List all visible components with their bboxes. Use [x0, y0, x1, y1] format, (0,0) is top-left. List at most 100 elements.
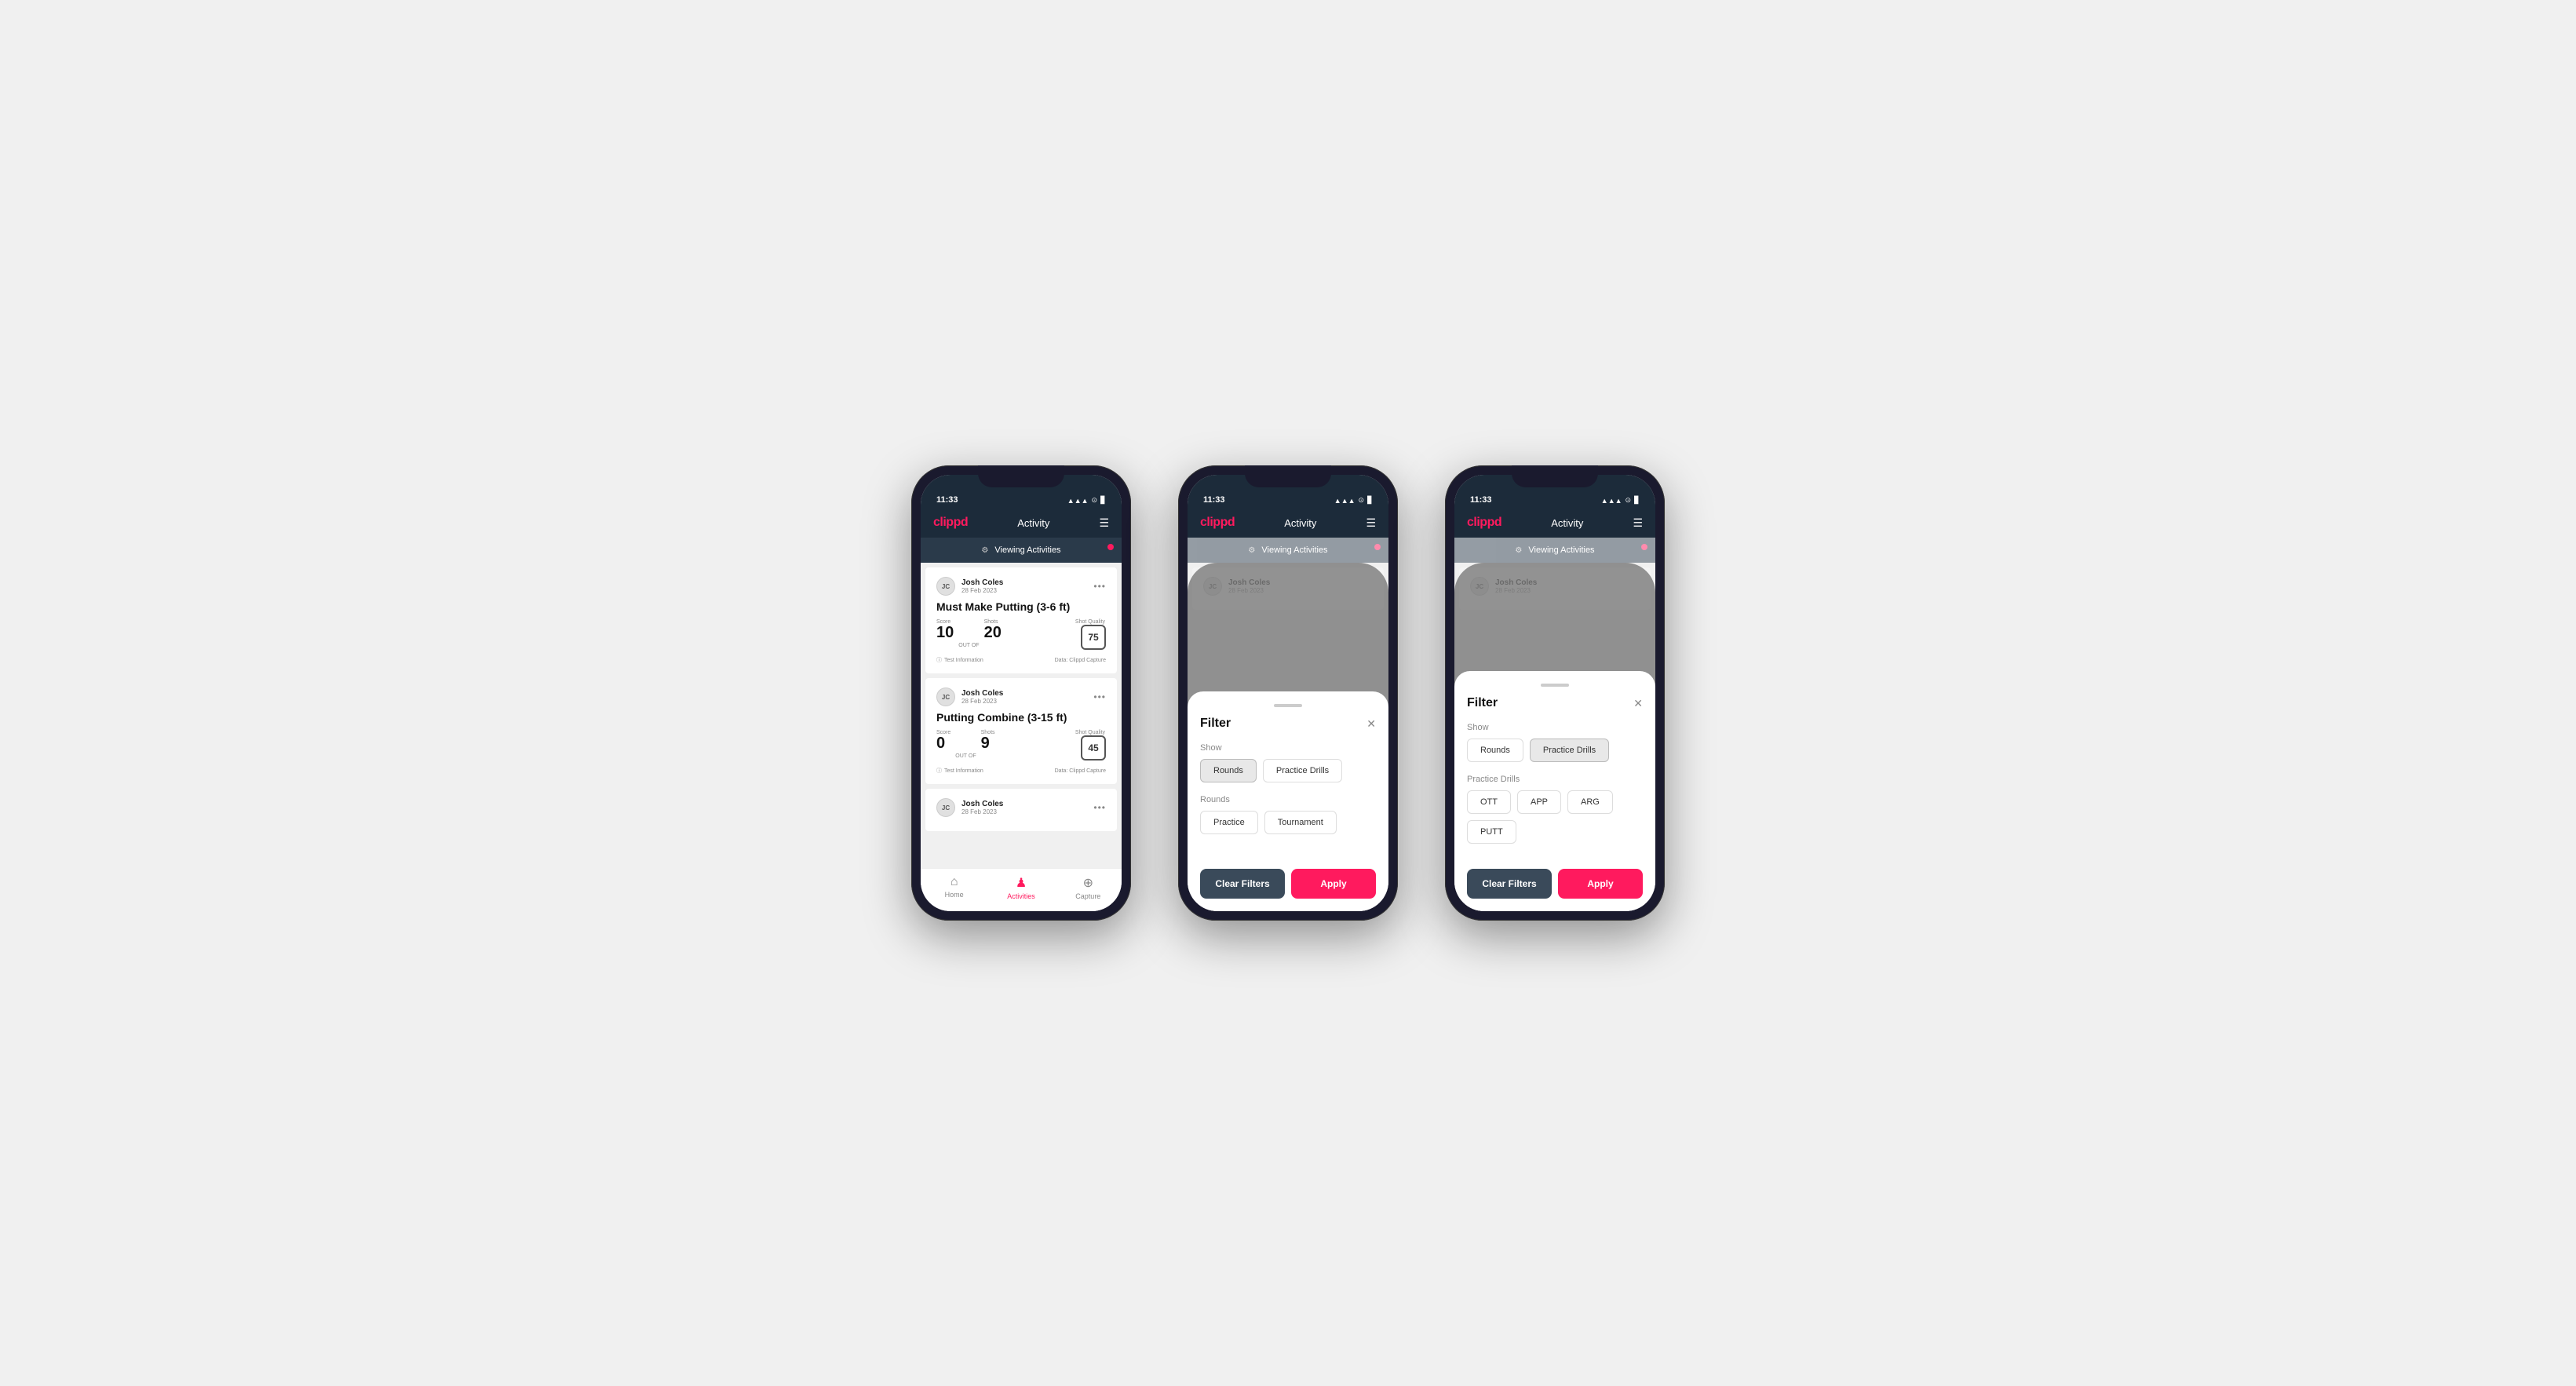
shot-quality-badge: 75 [1081, 625, 1106, 650]
activity-user-3: JC Josh Coles 28 Feb 2023 [936, 798, 1003, 817]
modal-handle-2 [1274, 704, 1302, 707]
rounds-tab-btn-2[interactable]: Rounds [1200, 759, 1257, 782]
battery-icon-2: ▊ [1367, 496, 1373, 505]
phone-2: 11:33 ▲▲▲ ⊙ ▊ clippd Activity ☰ ⚙ View [1178, 465, 1398, 921]
more-options-2[interactable]: ••• [1093, 691, 1106, 702]
notch-2 [1245, 465, 1331, 487]
user-name-1: Josh Coles [961, 578, 1003, 587]
nav-home[interactable]: ⌂ Home [921, 875, 987, 900]
user-date-2: 28 Feb 2023 [961, 698, 1003, 705]
activity-footer-1: ⓘ Test Information Data: Clippd Capture [936, 656, 1106, 664]
bottom-nav: ⌂ Home ♟ Activities ⊕ Capture [921, 868, 1122, 911]
practice-drills-filter-buttons-3: OTT APP ARG PUTT [1467, 790, 1643, 844]
practice-drills-tab-btn-3[interactable]: Practice Drills [1530, 739, 1609, 762]
nav-title-3: Activity [1551, 517, 1583, 529]
info-text-1: Test Information [944, 658, 983, 663]
wifi-icon-3: ⊙ [1626, 496, 1632, 505]
apply-btn-3[interactable]: Apply [1558, 869, 1643, 899]
home-icon: ⌂ [950, 875, 958, 889]
nav-capture[interactable]: ⊕ Capture [1055, 875, 1122, 900]
app-logo-2: clippd [1200, 516, 1235, 530]
shot-quality-value-2: 45 [1088, 742, 1098, 753]
menu-icon[interactable]: ☰ [1099, 516, 1109, 530]
viewing-activities-banner[interactable]: ⚙ Viewing Activities [921, 538, 1122, 563]
app-logo: clippd [933, 516, 968, 530]
apply-btn-2[interactable]: Apply [1291, 869, 1376, 899]
more-options-3[interactable]: ••• [1093, 802, 1106, 813]
activity-title-1: Must Make Putting (3-6 ft) [936, 600, 1106, 613]
menu-icon-2[interactable]: ☰ [1366, 516, 1376, 530]
capture-icon: ⊕ [1083, 875, 1093, 891]
show-label-2: Show [1200, 743, 1376, 753]
avatar-initials-3: JC [942, 804, 950, 812]
wifi-icon-2: ⊙ [1359, 496, 1365, 505]
user-info-2: Josh Coles 28 Feb 2023 [961, 689, 1003, 705]
filter-header-2: Filter ✕ [1200, 717, 1376, 731]
filter-close-3[interactable]: ✕ [1633, 697, 1643, 710]
nav-bar-3: clippd Activity ☰ [1454, 509, 1655, 538]
data-source-2: Data: Clippd Capture [1055, 768, 1106, 774]
ott-btn-3[interactable]: OTT [1467, 790, 1511, 814]
nav-title: Activity [1017, 517, 1049, 529]
score-stat: Score 10 [936, 619, 954, 641]
avatar-initials-2: JC [942, 694, 950, 701]
nav-activities[interactable]: ♟ Activities [987, 875, 1054, 900]
filter-close-2[interactable]: ✕ [1366, 717, 1376, 731]
signal-icon: ▲▲▲ [1067, 497, 1089, 505]
notification-dot-2 [1374, 544, 1381, 550]
activity-item-3: JC Josh Coles 28 Feb 2023 ••• [925, 789, 1117, 831]
data-source-1: Data: Clippd Capture [1055, 658, 1106, 663]
avatar-2: JC [936, 688, 955, 706]
arg-btn-3[interactable]: ARG [1567, 790, 1613, 814]
score-value: 10 [936, 624, 954, 641]
status-time-2: 11:33 [1203, 495, 1225, 505]
clear-filters-btn-3[interactable]: Clear Filters [1467, 869, 1552, 899]
menu-icon-3[interactable]: ☰ [1633, 516, 1643, 530]
activity-stats-1: Score 10 OUT OF Shots 20 Shot Quality [936, 619, 1106, 650]
test-info-2: ⓘ Test Information [936, 767, 983, 775]
filter-footer-2: Clear Filters Apply [1200, 856, 1376, 899]
practice-drills-tab-btn-2[interactable]: Practice Drills [1263, 759, 1342, 782]
clear-filters-btn-2[interactable]: Clear Filters [1200, 869, 1285, 899]
test-info-1: ⓘ Test Information [936, 656, 983, 664]
nav-bar-2: clippd Activity ☰ [1188, 509, 1388, 538]
shots-stat-2: Shots 9 [981, 730, 995, 752]
phone-3: 11:33 ▲▲▲ ⊙ ▊ clippd Activity ☰ ⚙ View [1445, 465, 1665, 921]
modal-handle-3 [1541, 684, 1569, 687]
app-logo-3: clippd [1467, 516, 1501, 530]
status-time: 11:33 [936, 495, 958, 505]
app-btn-3[interactable]: APP [1517, 790, 1561, 814]
filter-modal-3: Filter ✕ Show Rounds Practice Drills Pra… [1454, 671, 1655, 911]
shots-value-2: 9 [981, 735, 990, 752]
home-label: Home [945, 891, 964, 899]
activity-footer-2: ⓘ Test Information Data: Clippd Capture [936, 767, 1106, 775]
filter-title-2: Filter [1200, 717, 1231, 731]
battery-icon: ▊ [1100, 496, 1106, 505]
practice-drills-section-label-3: Practice Drills [1467, 775, 1643, 784]
practice-btn-2[interactable]: Practice [1200, 811, 1258, 834]
putt-btn-3[interactable]: PUTT [1467, 820, 1516, 844]
show-filter-buttons-2: Rounds Practice Drills [1200, 759, 1376, 782]
show-label-3: Show [1467, 723, 1643, 732]
filter-header-3: Filter ✕ [1467, 696, 1643, 710]
shot-quality-label: Shot Quality [1075, 619, 1105, 625]
phone-2-screen: 11:33 ▲▲▲ ⊙ ▊ clippd Activity ☰ ⚙ View [1188, 475, 1388, 911]
notch [978, 465, 1064, 487]
info-icon: ⓘ [936, 656, 942, 664]
user-name-3: Josh Coles [961, 800, 1003, 808]
activity-user-1: JC Josh Coles 28 Feb 2023 [936, 577, 1003, 596]
out-of-label-2: OUT OF [955, 753, 976, 760]
activity-item-1: JC Josh Coles 28 Feb 2023 ••• Must Make … [925, 567, 1117, 673]
activity-header-3: JC Josh Coles 28 Feb 2023 ••• [936, 798, 1106, 817]
more-options-1[interactable]: ••• [1093, 581, 1106, 592]
status-icons: ▲▲▲ ⊙ ▊ [1067, 496, 1106, 505]
rounds-tab-btn-3[interactable]: Rounds [1467, 739, 1523, 762]
info-icon-2: ⓘ [936, 767, 942, 775]
avatar-3: JC [936, 798, 955, 817]
signal-icon-2: ▲▲▲ [1334, 497, 1356, 505]
tournament-btn-2[interactable]: Tournament [1264, 811, 1337, 834]
user-info-3: Josh Coles 28 Feb 2023 [961, 800, 1003, 815]
viewing-activities-banner-3: ⚙ Viewing Activities [1454, 538, 1655, 563]
show-filter-buttons-3: Rounds Practice Drills [1467, 739, 1643, 762]
user-info-1: Josh Coles 28 Feb 2023 [961, 578, 1003, 594]
